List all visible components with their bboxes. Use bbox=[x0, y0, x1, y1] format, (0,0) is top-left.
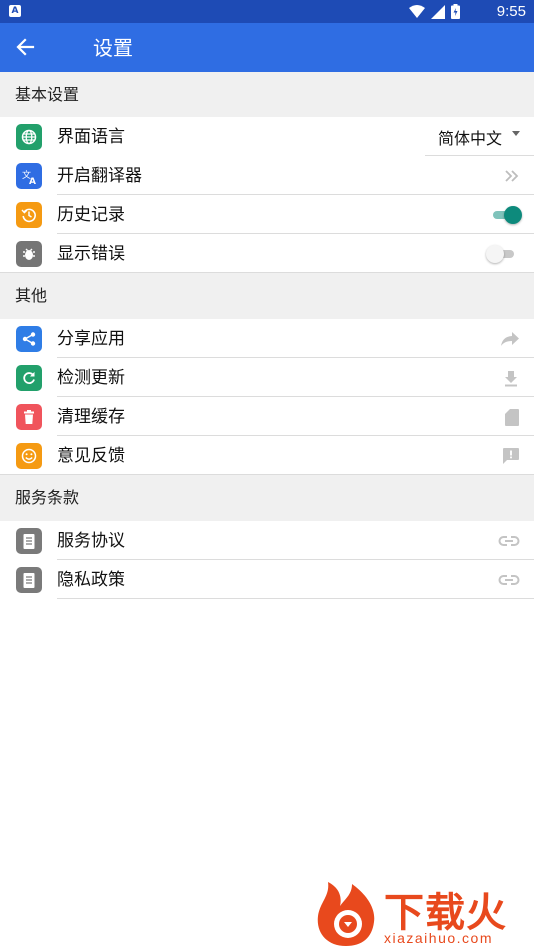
document-icon bbox=[16, 528, 42, 554]
section-header-terms: 服务条款 bbox=[0, 475, 534, 521]
signal-icon bbox=[431, 4, 445, 19]
history-icon bbox=[16, 202, 42, 228]
bug-icon bbox=[16, 241, 42, 267]
watermark: 下载火 xiazaihuo.com bbox=[312, 878, 534, 950]
download-icon bbox=[505, 371, 517, 387]
svg-text:A: A bbox=[29, 177, 36, 185]
setting-label: 历史记录 bbox=[57, 205, 125, 225]
forward-arrow-icon bbox=[501, 332, 519, 346]
setting-agreement[interactable]: 服务协议 bbox=[0, 521, 534, 560]
setting-share[interactable]: 分享应用 bbox=[0, 319, 534, 358]
globe-icon bbox=[16, 124, 42, 150]
language-value[interactable]: 简体中文 bbox=[438, 125, 502, 149]
setting-label: 显示错误 bbox=[57, 244, 125, 264]
link-icon bbox=[498, 575, 520, 585]
setting-history[interactable]: 历史记录 bbox=[0, 195, 534, 234]
refresh-icon bbox=[16, 365, 42, 391]
setting-label: 分享应用 bbox=[57, 329, 125, 349]
share-icon bbox=[16, 326, 42, 352]
feedback-icon bbox=[503, 448, 519, 464]
setting-translator[interactable]: 文A 开启翻译器 bbox=[0, 156, 534, 195]
setting-label: 开启翻译器 bbox=[57, 166, 142, 186]
sd-card-icon bbox=[505, 408, 519, 426]
trash-icon bbox=[16, 404, 42, 430]
clock: 9:55 bbox=[496, 3, 526, 20]
app-bar: 设置 bbox=[0, 23, 534, 72]
history-toggle[interactable] bbox=[491, 205, 522, 225]
setting-feedback[interactable]: 意见反馈 bbox=[0, 436, 534, 475]
setting-label: 界面语言 bbox=[57, 127, 125, 147]
setting-label: 服务协议 bbox=[57, 531, 125, 551]
section-header-basic: 基本设置 bbox=[0, 72, 534, 117]
document-icon bbox=[16, 567, 42, 593]
smile-icon bbox=[16, 443, 42, 469]
setting-language[interactable]: 界面语言 简体中文 bbox=[0, 117, 534, 156]
setting-label: 隐私政策 bbox=[57, 570, 125, 590]
notification-icon: A bbox=[9, 5, 21, 17]
divider bbox=[57, 598, 534, 599]
setting-label: 检测更新 bbox=[57, 368, 125, 388]
battery-icon bbox=[451, 4, 460, 19]
setting-label: 意见反馈 bbox=[57, 446, 125, 466]
setting-label: 清理缓存 bbox=[57, 407, 125, 427]
dropdown-arrow-icon[interactable] bbox=[512, 130, 520, 136]
arrow-back-icon[interactable] bbox=[14, 36, 36, 58]
wifi-icon bbox=[409, 5, 425, 18]
page-title: 设置 bbox=[93, 36, 133, 60]
flame-logo-icon bbox=[317, 882, 375, 946]
watermark-domain: xiazaihuo.com bbox=[384, 930, 493, 946]
double-chevron-right-icon bbox=[505, 170, 519, 182]
link-icon bbox=[498, 536, 520, 546]
setting-errors[interactable]: 显示错误 bbox=[0, 234, 534, 273]
setting-privacy[interactable]: 隐私政策 bbox=[0, 560, 534, 599]
translate-icon: 文A bbox=[16, 163, 42, 189]
status-bar: A 9:55 bbox=[0, 0, 534, 23]
setting-update[interactable]: 检测更新 bbox=[0, 358, 534, 397]
section-header-other: 其他 bbox=[0, 273, 534, 319]
setting-cache[interactable]: 清理缓存 bbox=[0, 397, 534, 436]
errors-toggle[interactable] bbox=[486, 244, 516, 264]
